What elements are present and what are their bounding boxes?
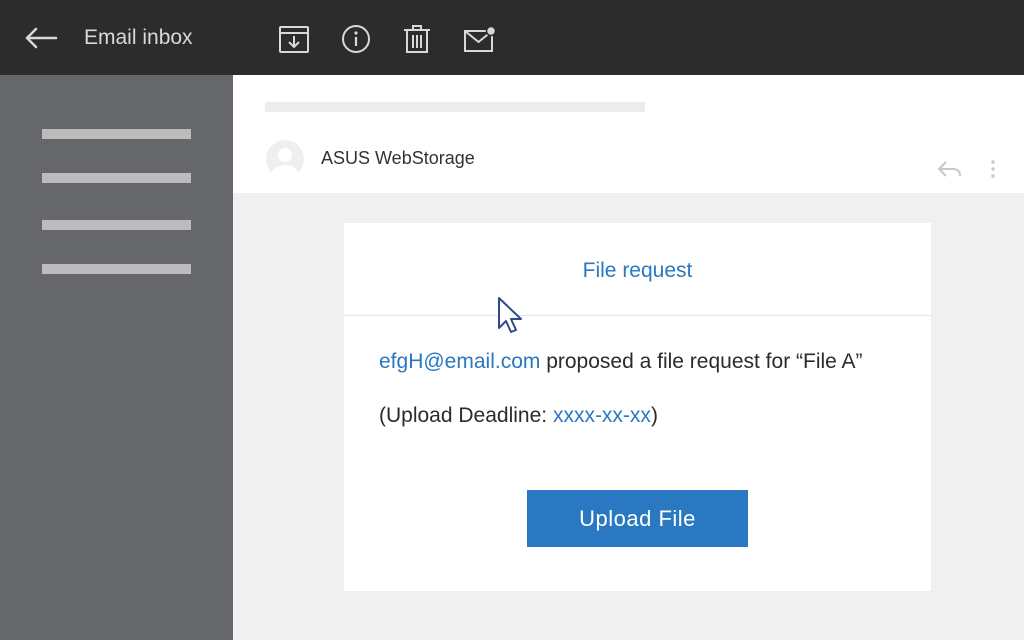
- message-header: ASUS WebStorage: [233, 75, 1024, 193]
- mark-unread-icon[interactable]: [462, 22, 497, 56]
- deadline-line: (Upload Deadline: xxxx-xx-xx): [379, 404, 658, 428]
- subject-placeholder: [265, 102, 645, 112]
- sidebar-item-placeholder[interactable]: [42, 220, 191, 230]
- deadline-suffix: ): [650, 404, 658, 427]
- file-request-card: File request efgH@email.com proposed a f…: [344, 223, 931, 591]
- top-bar: Email inbox: [0, 0, 1024, 75]
- requester-email-link[interactable]: efgH@email.com: [379, 350, 540, 373]
- more-options-icon[interactable]: [983, 158, 1003, 180]
- sidebar-item-placeholder[interactable]: [42, 129, 191, 139]
- mouse-cursor-icon: [496, 296, 530, 342]
- sidebar-item-placeholder[interactable]: [42, 264, 191, 274]
- request-text: proposed a file request for “File A”: [540, 350, 863, 373]
- card-title: File request: [582, 259, 693, 282]
- upload-file-button[interactable]: Upload File: [527, 490, 748, 547]
- back-arrow-icon[interactable]: [22, 22, 60, 54]
- info-icon[interactable]: [339, 22, 373, 56]
- reply-icon[interactable]: [936, 158, 964, 180]
- sidebar-item-placeholder[interactable]: [42, 173, 191, 183]
- trash-icon[interactable]: [400, 22, 434, 56]
- sender-name: ASUS WebStorage: [321, 148, 475, 168]
- archive-icon[interactable]: [277, 22, 311, 56]
- app-title: Email inbox: [84, 26, 193, 49]
- deadline-prefix: (Upload Deadline:: [379, 404, 553, 427]
- avatar: [266, 140, 304, 178]
- request-message: efgH@email.com proposed a file request f…: [379, 350, 863, 374]
- deadline-value: xxxx-xx-xx: [552, 404, 651, 427]
- sidebar: [0, 75, 233, 640]
- divider: [344, 315, 931, 316]
